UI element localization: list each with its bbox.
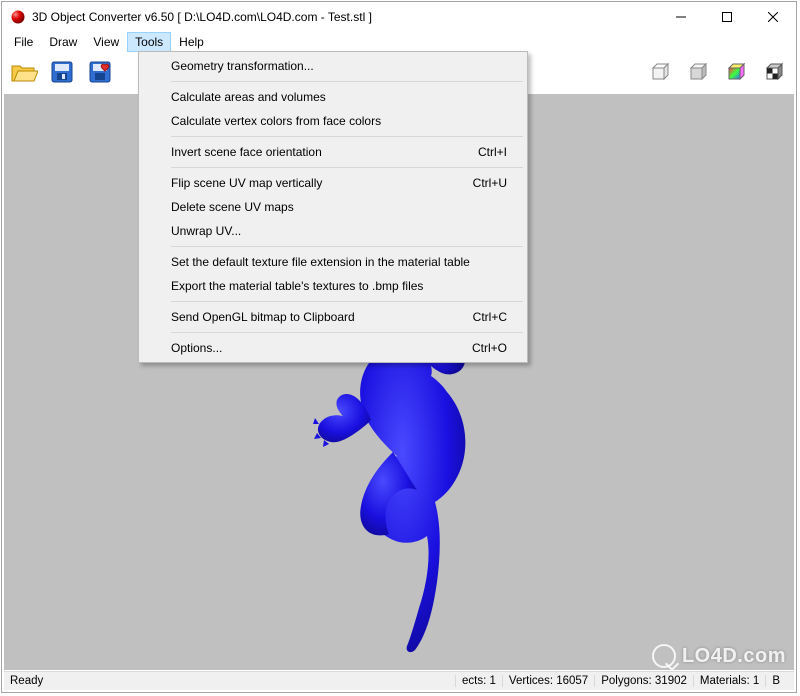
- menuitem-label: Calculate vertex colors from face colors: [171, 114, 381, 128]
- magnifier-icon: [652, 644, 676, 668]
- status-ready: Ready: [4, 675, 43, 687]
- menuitem-unwrap-uv[interactable]: Unwrap UV...: [141, 219, 525, 243]
- title-bar[interactable]: 3D Object Converter v6.50 [ D:\LO4D.com\…: [2, 2, 796, 32]
- menu-separator: [171, 332, 523, 333]
- watermark-text: LO4D.com: [682, 645, 786, 668]
- open-file-icon[interactable]: [6, 54, 42, 90]
- window-title: 3D Object Converter v6.50 [ D:\LO4D.com\…: [32, 10, 372, 24]
- maximize-button[interactable]: [704, 2, 750, 32]
- status-objects: ects: 1: [455, 675, 502, 687]
- save-icon[interactable]: [44, 54, 80, 90]
- status-polygons: Polygons: 31902: [594, 675, 693, 687]
- window-frame: 3D Object Converter v6.50 [ D:\LO4D.com\…: [1, 1, 797, 693]
- menuitem-label: Geometry transformation...: [171, 59, 314, 73]
- menuitem-delete-uv-maps[interactable]: Delete scene UV maps: [141, 195, 525, 219]
- watermark: LO4D.com: [652, 644, 786, 668]
- menuitem-label: Set the default texture file extension i…: [171, 255, 470, 269]
- menuitem-label: Unwrap UV...: [171, 224, 241, 238]
- menuitem-geometry-transformation[interactable]: Geometry transformation...: [141, 54, 525, 78]
- save-loved-icon[interactable]: [82, 54, 118, 90]
- status-bar: Ready ects: 1 Vertices: 16057 Polygons: …: [4, 671, 794, 690]
- menuitem-label: Export the material table's textures to …: [171, 279, 423, 293]
- menuitem-label: Calculate areas and volumes: [171, 90, 326, 104]
- menuitem-label: Send OpenGL bitmap to Clipboard: [171, 310, 355, 324]
- cube-solid-icon[interactable]: [680, 54, 716, 90]
- menu-separator: [171, 167, 523, 168]
- status-materials: Materials: 1: [693, 675, 765, 687]
- app-sphere-icon: [10, 9, 26, 25]
- menuitem-label: Options...: [171, 341, 222, 355]
- menu-bar: File Draw View Tools Help: [2, 32, 796, 52]
- menuitem-calc-vertex-colors[interactable]: Calculate vertex colors from face colors: [141, 109, 525, 133]
- menuitem-label: Flip scene UV map vertically: [171, 176, 322, 190]
- menuitem-options[interactable]: Options... Ctrl+O: [141, 336, 525, 360]
- menuitem-shortcut: Ctrl+C: [473, 310, 507, 324]
- menuitem-invert-face-orientation[interactable]: Invert scene face orientation Ctrl+I: [141, 140, 525, 164]
- menuitem-send-opengl-clipboard[interactable]: Send OpenGL bitmap to Clipboard Ctrl+C: [141, 305, 525, 329]
- menu-tools[interactable]: Tools: [127, 32, 171, 52]
- menu-separator: [171, 136, 523, 137]
- cube-wire-icon[interactable]: [642, 54, 678, 90]
- menuitem-export-textures-bmp[interactable]: Export the material table's textures to …: [141, 274, 525, 298]
- minimize-button[interactable]: [658, 2, 704, 32]
- close-button[interactable]: [750, 2, 796, 32]
- status-vertices: Vertices: 16057: [502, 675, 594, 687]
- menuitem-shortcut: Ctrl+I: [478, 145, 507, 159]
- menuitem-shortcut: Ctrl+O: [472, 341, 507, 355]
- menu-file[interactable]: File: [6, 32, 41, 52]
- menuitem-label: Delete scene UV maps: [171, 200, 294, 214]
- menu-view[interactable]: View: [85, 32, 127, 52]
- cube-rainbow-icon[interactable]: [718, 54, 754, 90]
- menuitem-calc-areas-volumes[interactable]: Calculate areas and volumes: [141, 85, 525, 109]
- menu-separator: [171, 301, 523, 302]
- menu-separator: [171, 246, 523, 247]
- cube-checker-icon[interactable]: [756, 54, 792, 90]
- menu-help[interactable]: Help: [171, 32, 212, 52]
- status-mode: B: [765, 675, 786, 687]
- menuitem-flip-uv-vertically[interactable]: Flip scene UV map vertically Ctrl+U: [141, 171, 525, 195]
- menu-separator: [171, 81, 523, 82]
- tools-dropdown: Geometry transformation... Calculate are…: [138, 51, 528, 363]
- menuitem-shortcut: Ctrl+U: [473, 176, 507, 190]
- menuitem-label: Invert scene face orientation: [171, 145, 322, 159]
- menuitem-set-default-texture-ext[interactable]: Set the default texture file extension i…: [141, 250, 525, 274]
- menu-draw[interactable]: Draw: [41, 32, 85, 52]
